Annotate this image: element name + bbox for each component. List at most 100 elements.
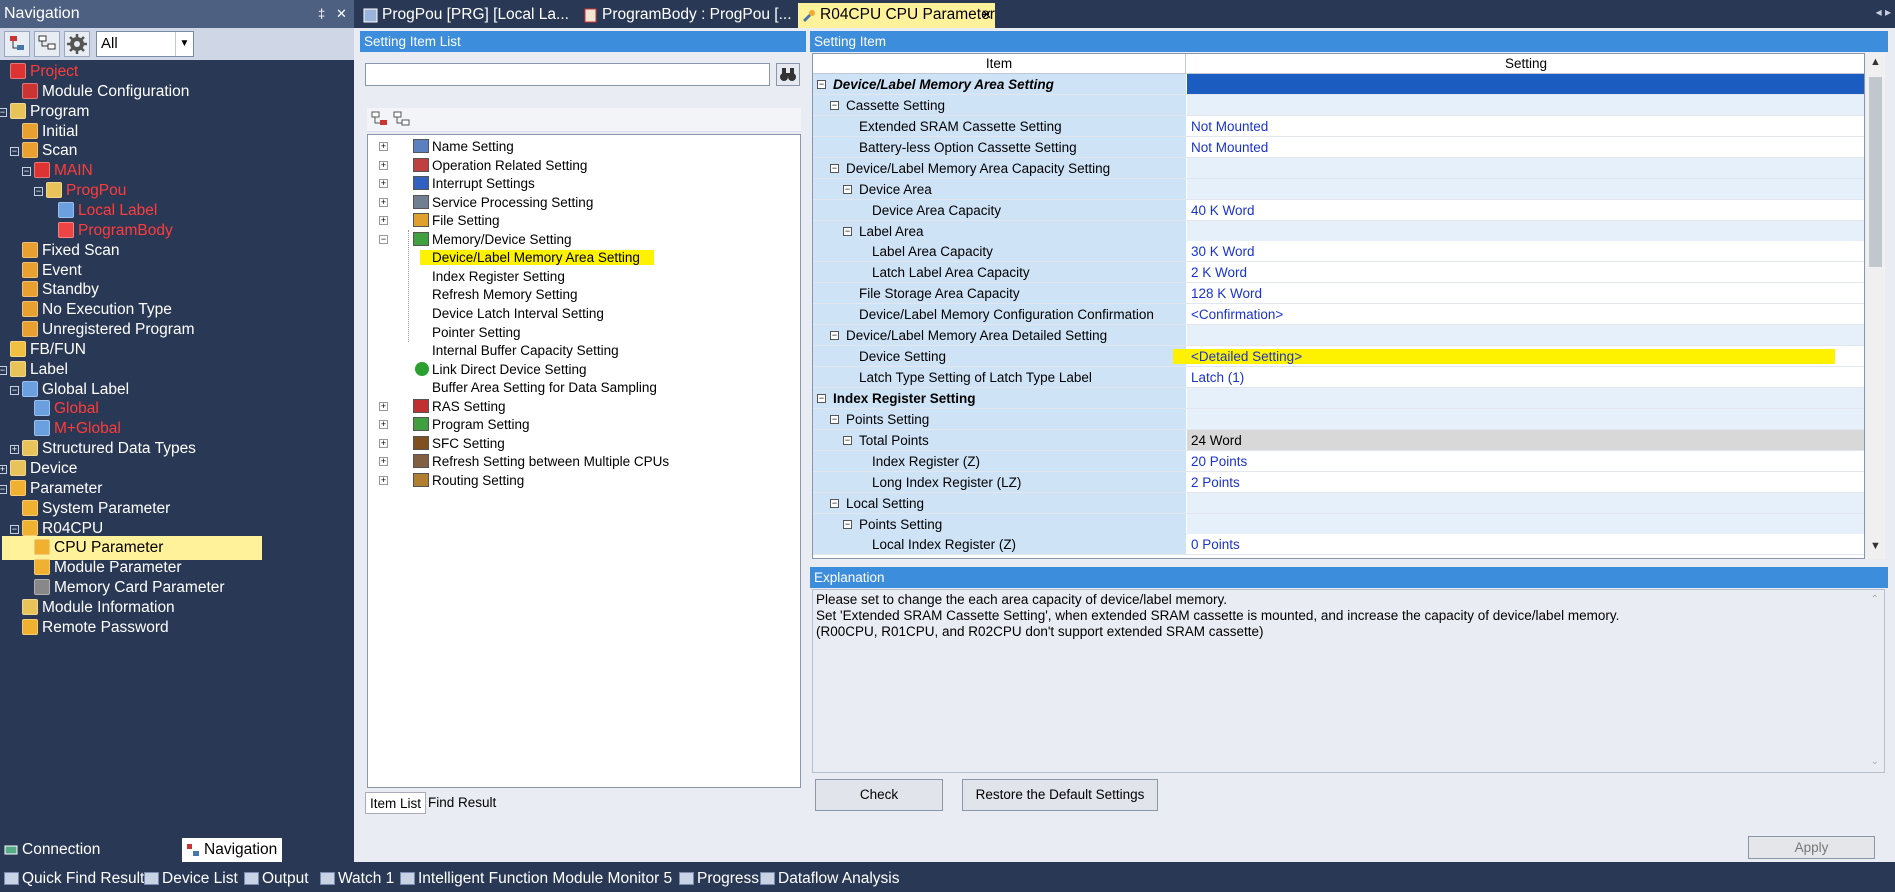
setting-list-item-sfc-setting[interactable]: + SFC Setting [379,435,505,453]
filter-tree-icon[interactable] [371,111,389,130]
setting-row-label-area[interactable]: − Label Area [813,220,1864,242]
collapse-tree-icon[interactable] [34,31,60,57]
collapse-icon[interactable]: − [843,184,852,194]
search-input[interactable] [365,63,770,86]
panel-tab-watch-1[interactable]: Watch 1 [318,868,394,890]
setting-row-extended-sram-cassette-setting[interactable]: Extended SRAM Cassette Setting Not Mounte… [813,115,1864,137]
setting-list-item-file-setting[interactable]: + File Setting [379,212,500,230]
setting-list-item-interrupt-settings[interactable]: + Interrupt Settings [379,175,535,193]
gear-icon[interactable] [64,31,90,57]
grid-scrollbar[interactable]: ▲ ▼ [1866,53,1885,559]
nav-item-remote-password[interactable]: Remote Password [22,616,169,640]
explanation-scroll-down-icon[interactable]: ⌄ [1871,754,1879,770]
restore-defaults-button[interactable]: Restore the Default Settings [962,779,1158,811]
setting-row-total-points[interactable]: − Total Points 24 Word [813,429,1864,451]
setting-list-item-index-register-setting[interactable]: Index Register Setting [432,268,565,286]
setting-row-device-label-memory-area-setting[interactable]: − Device/Label Memory Area Setting [813,74,1864,95]
setting-list-item-program-setting[interactable]: + Program Setting [379,416,530,434]
expand-icon[interactable]: + [379,197,388,207]
setting-row-device-area-capacity[interactable]: Device Area Capacity 40 K Word [813,199,1864,221]
tab-find-result[interactable]: Find Result [424,792,500,814]
expand-icon[interactable]: + [379,142,388,151]
scroll-thumb[interactable] [1869,77,1882,267]
expand-icon[interactable]: + [10,445,19,455]
setting-list-item-memory-device-setting[interactable]: − Memory/Device Setting [379,231,572,249]
panel-tab-output[interactable]: Output [242,868,309,890]
setting-row-cassette-setting[interactable]: − Cassette Setting [813,94,1864,116]
setting-value-cell[interactable]: 20 Points [1187,450,1864,472]
setting-value-cell[interactable]: Not Mounted [1187,115,1864,137]
expand-icon[interactable]: + [379,475,388,485]
binoculars-icon[interactable] [776,63,800,86]
setting-row-points-setting[interactable]: − Points Setting [813,513,1864,535]
panel-tab-dataflow-analysis[interactable]: Dataflow Analysis [758,868,899,890]
setting-value-cell[interactable]: Not Mounted [1187,136,1864,158]
setting-list-item-name-setting[interactable]: + Name Setting [379,138,514,156]
collapse-icon[interactable]: − [0,107,7,117]
setting-value-cell[interactable]: 2 K Word [1187,262,1864,284]
setting-list-item-link-direct-device-setting[interactable]: Link Direct Device Setting [413,361,587,379]
setting-row-device-label-memory-configuration-confirmation[interactable]: Device/Label Memory Configuration Confir… [813,304,1864,326]
setting-row-latch-type-setting-of-latch-type-label[interactable]: Latch Type Setting of Latch Type Label La… [813,367,1864,389]
expand-tree-icon[interactable] [393,111,411,130]
collapse-icon[interactable]: − [843,435,852,445]
collapse-icon[interactable]: − [22,167,31,177]
collapse-icon[interactable]: − [10,385,19,395]
tab-programbody[interactable]: ProgramBody : ProgPou [... [580,3,794,28]
tab-cpu-parameter[interactable]: R04CPU CPU Parameter ✕ [798,3,995,28]
collapse-icon[interactable]: − [830,414,839,424]
explanation-scroll-up-icon[interactable]: ⌃ [1871,592,1879,608]
setting-row-device-label-memory-area-detailed-setting[interactable]: − Device/Label Memory Area Detailed Setti… [813,325,1864,347]
collapse-icon[interactable]: − [830,163,839,173]
setting-row-label-area-capacity[interactable]: Label Area Capacity 30 K Word [813,241,1864,263]
expand-icon[interactable]: + [379,179,388,189]
view-filter-select[interactable]: All ▼ [96,31,194,57]
setting-list-item-buffer-area-setting-for-data-sampling[interactable]: Buffer Area Setting for Data Sampling [432,379,657,397]
setting-value-cell[interactable]: 128 K Word [1187,283,1864,305]
collapse-icon[interactable]: − [843,226,852,236]
setting-value-cell[interactable]: 30 K Word [1187,241,1864,263]
setting-row-index-register-setting[interactable]: − Index Register Setting [813,387,1864,409]
expand-icon[interactable]: + [379,216,388,226]
setting-list-item-operation-related-setting[interactable]: + Operation Related Setting [379,157,587,175]
setting-value-cell[interactable]: <Detailed Setting> [1173,346,1864,368]
collapse-icon[interactable]: − [10,524,19,534]
setting-value-cell[interactable]: 40 K Word [1187,199,1864,221]
collapse-icon[interactable]: − [817,393,826,403]
chevron-down-icon[interactable]: ▼ [175,32,193,56]
setting-list-item-device-latch-interval-setting[interactable]: Device Latch Interval Setting [432,305,604,323]
tab-navigation[interactable]: Navigation [182,838,282,862]
setting-row-points-setting[interactable]: − Points Setting [813,408,1864,430]
tab-connection-destination[interactable]: Connection Destination [0,838,180,882]
setting-value-cell[interactable]: <Confirmation> [1187,304,1864,326]
setting-list-item-refresh-memory-setting[interactable]: Refresh Memory Setting [432,286,578,304]
pin-icon[interactable]: ‡ [318,0,325,28]
apply-button[interactable]: Apply [1748,836,1875,859]
panel-tab-quick-find-result[interactable]: Quick Find Result [2,868,144,890]
collapse-icon[interactable]: − [10,147,19,157]
collapse-icon[interactable]: − [34,187,43,197]
setting-value-cell[interactable]: 2 Points [1187,471,1864,493]
expand-icon[interactable]: + [0,465,7,474]
setting-row-device-setting[interactable]: Device Setting <Detailed Setting> [813,346,1864,368]
setting-list-item-device-label-memory-area-setting[interactable]: Device/Label Memory Area Setting [420,249,654,267]
panel-tab-device-list[interactable]: Device List [142,868,238,890]
setting-row-index-register-z[interactable]: Index Register (Z) 20 Points [813,450,1864,472]
close-icon[interactable]: ✕ [336,0,347,28]
check-button[interactable]: Check [815,779,943,811]
setting-row-battery-less-option-cassette-setting[interactable]: Battery-less Option Cassette Setting Not … [813,136,1864,158]
collapse-icon[interactable]: − [830,100,839,110]
setting-value-cell[interactable]: Latch (1) [1187,367,1864,389]
close-tab-icon[interactable]: ✕ [981,3,992,27]
sort-tree-icon[interactable] [4,31,30,57]
collapse-icon[interactable]: − [817,80,826,89]
scroll-up-icon[interactable]: ▲ [1870,56,1881,68]
setting-row-file-storage-area-capacity[interactable]: File Storage Area Capacity 128 K Word [813,283,1864,305]
expand-icon[interactable]: + [379,438,388,448]
setting-list-item-pointer-setting[interactable]: Pointer Setting [432,324,521,342]
expand-icon[interactable]: + [379,457,388,467]
tab-item-list[interactable]: Item List [365,792,427,814]
setting-row-device-label-memory-area-capacity-setting[interactable]: − Device/Label Memory Area Capacity Setti… [813,157,1864,179]
panel-tab-progress[interactable]: Progress [677,868,759,890]
collapse-icon[interactable]: − [0,484,7,494]
